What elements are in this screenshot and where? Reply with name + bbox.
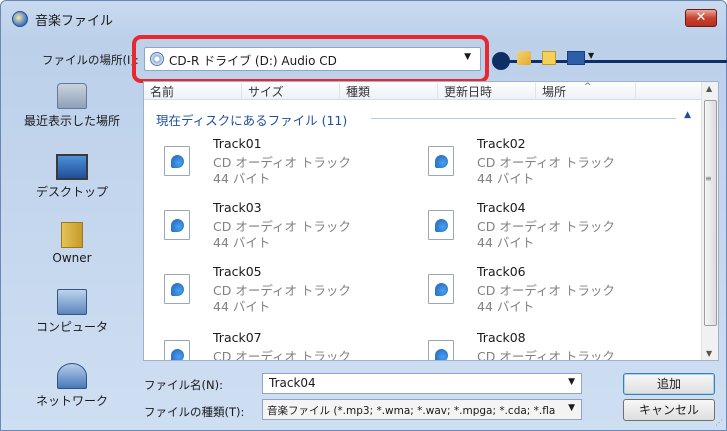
file-item[interactable]: Track08 CD オーディオ トラック: [428, 330, 688, 360]
title-bar: 音楽ファイル ✕: [1, 1, 726, 35]
sidebar-item-label: デスクトップ: [35, 185, 108, 199]
sidebar-item-network[interactable]: ネットワーク: [8, 363, 136, 409]
filename-input[interactable]: Track04 ▼: [262, 373, 582, 394]
app-icon: [12, 11, 28, 27]
file-size: 44 バイト: [213, 171, 271, 186]
close-button[interactable]: ✕: [685, 9, 717, 27]
group-divider: [371, 118, 676, 119]
column-type[interactable]: 種類: [340, 83, 438, 99]
filetype-dropdown[interactable]: 音楽ファイル (*.mp3; *.wma; *.wav; *.mpga; *.c…: [262, 399, 582, 420]
file-item[interactable]: Track03 CD オーディオ トラック 44 バイト: [164, 200, 424, 258]
recent-places-icon: [57, 83, 87, 109]
file-item[interactable]: Track07 CD オーディオ トラック: [164, 330, 424, 360]
column-date[interactable]: 更新日時: [438, 83, 536, 99]
chevron-up-icon[interactable]: ▲: [684, 110, 691, 120]
file-size: 44 バイト: [477, 235, 535, 250]
scroll-down-icon[interactable]: ▼: [706, 349, 712, 358]
cancel-button[interactable]: キャンセル: [623, 399, 715, 421]
file-item[interactable]: Track06 CD オーディオ トラック 44 バイト: [428, 264, 688, 322]
filetype-label: ファイルの種類(T):: [144, 405, 245, 419]
audio-track-icon: [428, 340, 454, 360]
group-header[interactable]: 現在ディスクにあるファイル (11) ▲: [156, 110, 691, 128]
audio-track-icon: [164, 146, 190, 176]
file-list-pane[interactable]: 名前 サイズ 種類 更新日時 場所 ^ 現在ディスクにあるファイル (11) ▲…: [143, 81, 719, 361]
sidebar-item-owner[interactable]: Owner: [8, 222, 136, 265]
file-item[interactable]: Track02 CD オーディオ トラック 44 バイト: [428, 136, 688, 194]
chevron-down-icon[interactable]: ▼: [568, 377, 575, 387]
filename-label: ファイル名(N):: [144, 378, 223, 392]
file-type: CD オーディオ トラック: [213, 349, 351, 360]
sidebar-item-label: 最近表示した場所: [23, 114, 120, 128]
places-sidebar: 最近表示した場所 デスクトップ Owner コンピュータ ネットワーク: [8, 81, 136, 427]
callout-dot: [492, 52, 510, 70]
file-item[interactable]: Track01 CD オーディオ トラック 44 バイト: [164, 136, 424, 194]
file-type: CD オーディオ トラック: [477, 349, 615, 360]
file-item[interactable]: Track05 CD オーディオ トラック 44 バイト: [164, 264, 424, 322]
user-folder-icon: [61, 222, 83, 248]
sidebar-item-label: コンピュータ: [35, 320, 108, 334]
file-size: 44 バイト: [213, 299, 271, 314]
audio-track-icon: [164, 210, 190, 240]
file-name: Track05: [213, 264, 262, 279]
sidebar-item-computer[interactable]: コンピュータ: [8, 289, 136, 335]
add-button[interactable]: 追加: [623, 373, 715, 395]
filename-value: Track04: [269, 376, 316, 390]
file-size: 44 バイト: [477, 299, 535, 314]
sort-up-icon: ^: [584, 82, 592, 92]
file-name: Track06: [477, 264, 526, 279]
file-size: 44 バイト: [213, 235, 271, 250]
file-name: Track02: [477, 136, 526, 151]
sidebar-item-label: ネットワーク: [35, 394, 108, 408]
location-label: ファイルの場所(I):: [42, 53, 139, 67]
views-dropdown-arrow-icon[interactable]: ▼: [588, 51, 594, 60]
scroll-up-icon[interactable]: ▲: [706, 84, 712, 93]
file-open-dialog: 音楽ファイル ✕ ファイルの場所(I): CD-R ドライブ (D:) Audi…: [0, 0, 727, 431]
file-name: Track08: [477, 330, 526, 345]
audio-track-icon: [428, 146, 454, 176]
file-name: Track01: [213, 136, 262, 151]
scroll-grip-icon: ≡: [705, 174, 712, 183]
desktop-icon: [56, 154, 88, 180]
up-folder-icon[interactable]: [517, 51, 531, 65]
window-title: 音楽ファイル: [35, 14, 114, 29]
column-name[interactable]: 名前: [144, 83, 242, 99]
file-size: 44 バイト: [477, 171, 535, 186]
computer-icon: [57, 289, 87, 315]
network-icon: [57, 363, 87, 389]
vertical-scrollbar[interactable]: ▲ ≡ ▼: [701, 82, 718, 360]
sidebar-item-recent[interactable]: 最近表示した場所: [8, 83, 136, 129]
file-name: Track07: [213, 330, 262, 345]
scrollbar-thumb[interactable]: [704, 100, 717, 326]
chevron-down-icon: ▼: [568, 403, 575, 413]
audio-track-icon: [164, 340, 190, 360]
column-size[interactable]: サイズ: [242, 83, 340, 99]
audio-track-icon: [164, 274, 190, 304]
sidebar-item-label: Owner: [52, 251, 92, 265]
audio-track-icon: [428, 274, 454, 304]
file-name: Track03: [213, 200, 262, 215]
filetype-value: 音楽ファイル (*.mp3; *.wma; *.wav; *.mpga; *.c…: [267, 405, 556, 417]
file-item[interactable]: Track04 CD オーディオ トラック 44 バイト: [428, 200, 688, 258]
group-title: 現在ディスクにあるファイル (11): [156, 113, 348, 128]
highlight-annotation: [132, 35, 489, 83]
views-menu-icon[interactable]: [567, 51, 585, 65]
audio-track-icon: [428, 210, 454, 240]
new-folder-icon[interactable]: [542, 51, 556, 65]
column-header-row: 名前 サイズ 種類 更新日時 場所 ^: [144, 82, 703, 100]
resize-grip-icon[interactable]: ⋰: [715, 418, 723, 427]
sidebar-item-desktop[interactable]: デスクトップ: [8, 154, 136, 200]
file-name: Track04: [477, 200, 526, 215]
